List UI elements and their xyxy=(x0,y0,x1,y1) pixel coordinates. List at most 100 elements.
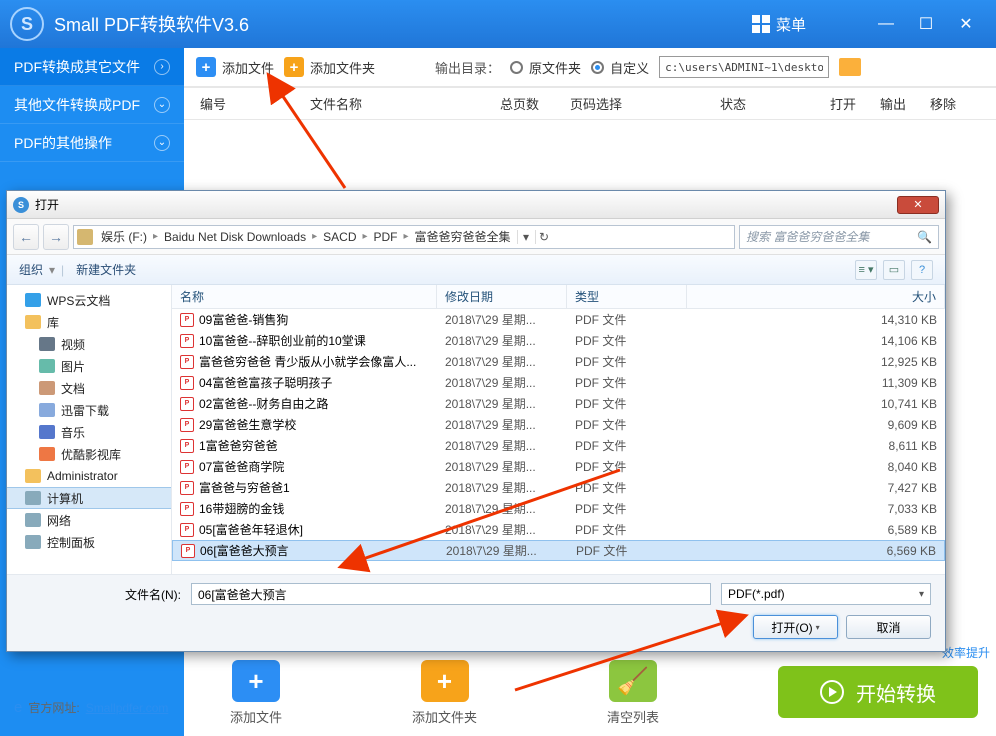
col-status: 状态 xyxy=(720,94,830,113)
minimize-button[interactable]: — xyxy=(866,9,906,39)
col-open: 打开 xyxy=(830,94,880,113)
file-row[interactable]: P29富爸爸生意学校2018\7\29 星期...PDF 文件9,609 KB xyxy=(172,414,945,435)
tree-item[interactable]: 优酷影视库 xyxy=(7,443,171,465)
file-row[interactable]: P04富爸爸富孩子聪明孩子2018\7\29 星期...PDF 文件11,309… xyxy=(172,372,945,393)
add-folder-button[interactable]: + 添加文件夹 xyxy=(284,57,375,77)
col-date[interactable]: 修改日期 xyxy=(437,285,567,308)
output-path-input[interactable] xyxy=(659,56,829,78)
add-file-button[interactable]: + 添加文件 xyxy=(196,57,274,77)
file-row[interactable]: P16带翅膀的金钱2018\7\29 星期...PDF 文件7,033 KB xyxy=(172,498,945,519)
tree-item[interactable]: 计算机 xyxy=(7,487,171,509)
tree-item[interactable]: 网络 xyxy=(7,509,171,531)
tree-item[interactable]: 音乐 xyxy=(7,421,171,443)
col-filename: 文件名称 xyxy=(310,94,500,113)
tree-item[interactable]: 控制面板 xyxy=(7,531,171,553)
pdf-icon: P xyxy=(180,313,194,327)
col-remove: 移除 xyxy=(930,94,980,113)
tree-item[interactable]: 图片 xyxy=(7,355,171,377)
file-row[interactable]: P1富爸爸穷爸爸2018\7\29 星期...PDF 文件8,611 KB xyxy=(172,435,945,456)
folder-icon xyxy=(39,403,55,417)
open-button[interactable]: 打开(O) ▾ xyxy=(753,615,838,639)
sidebar-item-label: 其他文件转换成PDF xyxy=(14,95,140,115)
address-dropdown[interactable]: ▾ xyxy=(517,230,535,244)
folder-icon xyxy=(25,535,41,549)
file-row[interactable]: P02富爸爸--财务自由之路2018\7\29 星期...PDF 文件10,74… xyxy=(172,393,945,414)
sidebar-item-pdf-to-other[interactable]: PDF转换成其它文件 › xyxy=(0,48,184,86)
file-row[interactable]: P富爸爸穷爸爸 青少版从小就学会像富人...2018\7\29 星期...PDF… xyxy=(172,351,945,372)
bottom-add-folder[interactable]: + 添加文件夹 xyxy=(412,660,477,726)
close-button[interactable]: ✕ xyxy=(946,9,986,39)
folder-icon xyxy=(39,447,55,461)
bottom-clear-list[interactable]: 🧹 清空列表 xyxy=(607,660,659,726)
organize-row: 组织 ▾ | 新建文件夹 ≡ ▾ ▭ ? xyxy=(7,255,945,285)
sidebar-item-other-to-pdf[interactable]: 其他文件转换成PDF ⌄ xyxy=(0,86,184,124)
sidebar-item-pdf-other-ops[interactable]: PDF的其他操作 ⌄ xyxy=(0,124,184,162)
breadcrumb[interactable]: PDF xyxy=(368,226,404,248)
nav-back-button[interactable]: ← xyxy=(13,224,39,250)
footer-link[interactable]: Smallpdfer.com xyxy=(86,701,169,715)
pdf-icon: P xyxy=(180,439,194,453)
broom-icon: 🧹 xyxy=(609,660,657,702)
add-file-label: 添加文件 xyxy=(222,58,274,77)
dialog-close-button[interactable]: ✕ xyxy=(897,196,939,214)
breadcrumb[interactable]: 娱乐 (F:) xyxy=(95,226,153,248)
radio-original-folder[interactable]: 原文件夹 xyxy=(510,58,581,77)
view-mode-button[interactable]: ≡ ▾ xyxy=(855,260,877,280)
filename-input[interactable] xyxy=(191,583,711,605)
col-size[interactable]: 大小 xyxy=(687,285,945,308)
file-row[interactable]: P07富爸爸商学院2018\7\29 星期...PDF 文件8,040 KB xyxy=(172,456,945,477)
file-row[interactable]: P05[富爸爸年轻退休]2018\7\29 星期...PDF 文件6,589 K… xyxy=(172,519,945,540)
folder-icon xyxy=(25,513,41,527)
folder-icon xyxy=(39,381,55,395)
file-row[interactable]: P06[富爸爸大预言2018\7\29 星期...PDF 文件6,569 KB xyxy=(172,540,945,561)
dialog-nav-row: ← → 娱乐 (F:)▸ Baidu Net Disk Downloads▸ S… xyxy=(7,219,945,255)
breadcrumb[interactable]: Baidu Net Disk Downloads xyxy=(158,226,312,248)
chevron-down-icon: ⌄ xyxy=(154,135,170,151)
app-title: Small PDF转换软件V3.6 xyxy=(54,11,752,37)
tree-item[interactable]: 迅雷下载 xyxy=(7,399,171,421)
file-row[interactable]: P10富爸爸--辞职创业前的10堂课2018\7\29 星期...PDF 文件1… xyxy=(172,330,945,351)
pdf-icon: P xyxy=(180,481,194,495)
search-input[interactable]: 搜索 富爸爸穷爸爸全集 🔍 xyxy=(739,225,939,249)
cancel-button[interactable]: 取消 xyxy=(846,615,931,639)
ie-icon: e xyxy=(14,699,22,716)
dialog-app-icon: S xyxy=(13,197,29,213)
preview-pane-button[interactable]: ▭ xyxy=(883,260,905,280)
help-button[interactable]: ? xyxy=(911,260,933,280)
maximize-button[interactable]: ☐ xyxy=(906,9,946,39)
plus-icon: + xyxy=(284,57,304,77)
add-file-icon: + xyxy=(232,660,280,702)
col-output: 输出 xyxy=(880,94,930,113)
bottom-add-file[interactable]: + 添加文件 xyxy=(230,660,282,726)
file-row[interactable]: P09富爸爸-销售狗2018\7\29 星期...PDF 文件14,310 KB xyxy=(172,309,945,330)
pdf-icon: P xyxy=(180,523,194,537)
col-pages: 总页数 xyxy=(500,94,570,113)
file-open-dialog: S 打开 ✕ ← → 娱乐 (F:)▸ Baidu Net Disk Downl… xyxy=(6,190,946,652)
file-row[interactable]: P富爸爸与穷爸爸12018\7\29 星期...PDF 文件7,427 KB xyxy=(172,477,945,498)
col-type[interactable]: 类型 xyxy=(567,285,687,308)
address-bar[interactable]: 娱乐 (F:)▸ Baidu Net Disk Downloads▸ SACD▸… xyxy=(73,225,735,249)
col-page-select: 页码选择 xyxy=(570,94,720,113)
organize-button[interactable]: 组织 xyxy=(19,261,43,278)
footer-label: 官方网址: xyxy=(28,699,79,716)
breadcrumb[interactable]: 富爸爸穷爸爸全集 xyxy=(409,226,517,248)
breadcrumb[interactable]: SACD xyxy=(317,226,362,248)
tree-item[interactable]: Administrator xyxy=(7,465,171,487)
pdf-icon: P xyxy=(180,355,194,369)
nav-forward-button[interactable]: → xyxy=(43,224,69,250)
col-name[interactable]: 名称 xyxy=(172,285,437,308)
new-folder-button[interactable]: 新建文件夹 xyxy=(76,261,136,278)
radio-custom[interactable]: 自定义 xyxy=(591,58,649,77)
filename-label: 文件名(N): xyxy=(21,586,181,603)
tree-item[interactable]: 文档 xyxy=(7,377,171,399)
folder-icon xyxy=(25,491,41,505)
refresh-button[interactable]: ↻ xyxy=(535,230,553,244)
tree-item[interactable]: WPS云文档 xyxy=(7,289,171,311)
file-filter-select[interactable]: PDF(*.pdf) ▾ xyxy=(721,583,931,605)
start-convert-button[interactable]: 开始转换 xyxy=(778,666,978,718)
tree-item[interactable]: 库 xyxy=(7,311,171,333)
browse-folder-button[interactable] xyxy=(839,58,861,76)
menu-button[interactable]: 菜单 xyxy=(752,14,806,35)
sidebar-item-label: PDF的其他操作 xyxy=(14,133,112,153)
tree-item[interactable]: 视频 xyxy=(7,333,171,355)
